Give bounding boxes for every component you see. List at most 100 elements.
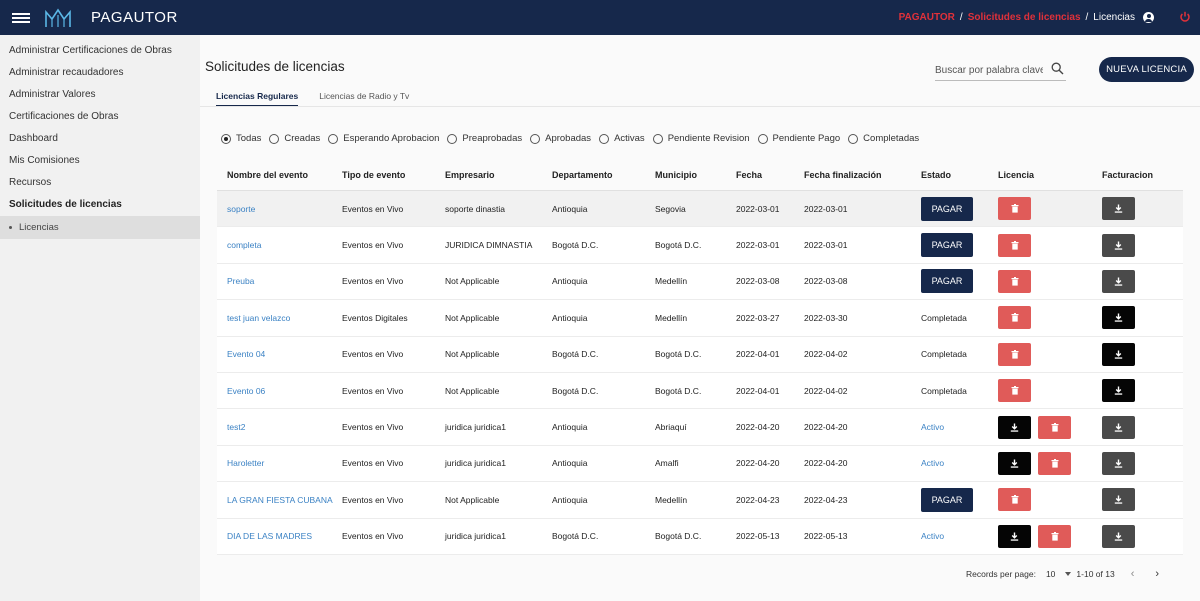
event-name-link[interactable]: test juan velazco: [227, 313, 290, 323]
download-invoice-button[interactable]: [1102, 233, 1135, 257]
status-active-link[interactable]: Activo: [921, 422, 944, 432]
event-name-link[interactable]: Evento 06: [227, 386, 265, 396]
sidebar-item-recursos[interactable]: Recursos: [0, 172, 200, 194]
records-per-page-select[interactable]: 10: [1046, 569, 1072, 579]
cell-licencia: [998, 415, 1096, 439]
sidebar-item-admin-certificaciones[interactable]: Administrar Certificaciones de Obras: [0, 40, 200, 62]
filter-esperando-aprobacion[interactable]: Esperando Aprobacion: [328, 133, 439, 144]
filter-activas[interactable]: Activas: [599, 133, 645, 144]
column-header[interactable]: Departamento: [552, 170, 655, 180]
download-invoice-button[interactable]: [1102, 306, 1135, 330]
pay-button[interactable]: PAGAR: [921, 196, 973, 221]
delete-button[interactable]: [998, 488, 1031, 512]
tab-licencias-regulares[interactable]: Licencias Regulares: [216, 85, 299, 107]
delete-button[interactable]: [998, 342, 1031, 366]
cell-licencia: [998, 342, 1096, 366]
column-header[interactable]: Nombre del evento: [217, 170, 342, 180]
delete-button[interactable]: [1038, 415, 1071, 439]
search-icon[interactable]: [1051, 62, 1064, 75]
cell-departamento: Antioquia: [552, 494, 588, 505]
chevron-right-icon[interactable]: ›: [1155, 568, 1159, 580]
tab-licencias-radio-tv[interactable]: Licencias de Radio y Tv: [319, 85, 409, 107]
cell-event-name: Evento 06: [217, 386, 342, 396]
column-header[interactable]: Licencia: [998, 170, 1096, 180]
event-name-link[interactable]: Preuba: [227, 276, 254, 286]
cell-empresario: Not Applicable: [445, 385, 500, 396]
menu-icon[interactable]: [12, 11, 30, 25]
trash-icon: [1011, 276, 1018, 286]
download-invoice-button[interactable]: [1102, 451, 1135, 475]
event-name-link[interactable]: completa: [227, 240, 262, 250]
user-icon[interactable]: [1143, 12, 1154, 23]
filter-label: Todas: [236, 133, 262, 144]
column-header[interactable]: Tipo de evento: [342, 170, 445, 180]
filter-todas[interactable]: Todas: [221, 133, 261, 144]
delete-button[interactable]: [998, 233, 1031, 257]
filter-pendiente-pago[interactable]: Pendiente Pago: [757, 133, 840, 144]
pay-button[interactable]: PAGAR: [921, 269, 973, 294]
cell-event-name: LA GRAN FIESTA CUBANA: [217, 495, 342, 505]
new-license-button[interactable]: NUEVA LICENCIA: [1099, 57, 1194, 82]
status-active-link[interactable]: Activo: [921, 531, 944, 541]
download-license-button[interactable]: [998, 524, 1031, 548]
radio-icon: [447, 133, 458, 144]
column-header[interactable]: Facturacion: [1096, 170, 1183, 180]
column-header[interactable]: Fecha: [736, 170, 804, 180]
download-license-button[interactable]: [998, 415, 1031, 439]
download-invoice-button[interactable]: [1102, 342, 1135, 366]
download-invoice-button[interactable]: [1102, 524, 1135, 548]
sidebar-subitem-licencias[interactable]: Licencias: [0, 216, 200, 239]
event-name-link[interactable]: Haroletter: [227, 458, 264, 468]
cell-event-name: test2: [217, 422, 342, 432]
breadcrumb-section[interactable]: Solicitudes de licencias: [968, 12, 1081, 23]
filter-completadas[interactable]: Completadas: [848, 133, 919, 144]
cell-licencia: [998, 233, 1096, 257]
sidebar-item-comisiones[interactable]: Mis Comisiones: [0, 150, 200, 172]
delete-button[interactable]: [998, 306, 1031, 330]
download-license-button[interactable]: [998, 451, 1031, 475]
cell-licencia: [998, 524, 1096, 548]
download-invoice-button[interactable]: [1102, 197, 1135, 221]
download-invoice-button[interactable]: [1102, 488, 1135, 512]
search-input[interactable]: [935, 61, 1043, 79]
filter-pendiente-revision[interactable]: Pendiente Revision: [652, 133, 750, 144]
pay-button[interactable]: PAGAR: [921, 487, 973, 512]
sidebar-item-admin-recaudadores[interactable]: Administrar recaudadores: [0, 62, 200, 84]
column-header[interactable]: Municipio: [655, 170, 736, 180]
sidebar-item-certificaciones[interactable]: Certificaciones de Obras: [0, 106, 200, 128]
delete-button[interactable]: [998, 269, 1031, 293]
tab-bar: Licencias Regulares Licencias de Radio y…: [216, 85, 430, 107]
filter-preaprobadas[interactable]: Preaprobadas: [447, 133, 522, 144]
trash-icon: [1011, 313, 1018, 322]
event-name-link[interactable]: test2: [227, 422, 245, 432]
delete-button[interactable]: [1038, 524, 1071, 548]
cell-municipio: Medellín: [655, 494, 688, 505]
event-name-link[interactable]: LA GRAN FIESTA CUBANA: [227, 495, 333, 505]
sidebar-item-dashboard[interactable]: Dashboard: [0, 128, 200, 150]
sidebar-item-admin-valores[interactable]: Administrar Valores: [0, 84, 200, 106]
download-invoice-button[interactable]: [1102, 415, 1135, 439]
power-icon[interactable]: [1179, 11, 1191, 23]
breadcrumb-root[interactable]: PAGAUTOR: [899, 12, 955, 23]
filter-aprobadas[interactable]: Aprobadas: [530, 133, 591, 144]
download-icon: [1010, 532, 1019, 541]
chevron-left-icon[interactable]: ‹: [1131, 568, 1135, 580]
delete-button[interactable]: [998, 197, 1031, 221]
event-name-link[interactable]: soporte: [227, 204, 255, 214]
delete-button[interactable]: [998, 379, 1031, 403]
bullet-icon: [9, 225, 12, 229]
sidebar-item-solicitudes[interactable]: Solicitudes de licencias: [0, 194, 200, 216]
download-invoice-button[interactable]: [1102, 379, 1135, 403]
column-header[interactable]: Empresario: [445, 170, 552, 180]
event-name-link[interactable]: DIA DE LAS MADRES: [227, 531, 312, 541]
status-active-link[interactable]: Activo: [921, 458, 944, 468]
event-name-link[interactable]: Evento 04: [227, 349, 265, 359]
column-header[interactable]: Fecha finalización: [804, 170, 921, 180]
pay-button[interactable]: PAGAR: [921, 233, 973, 258]
column-header[interactable]: Estado: [921, 170, 998, 180]
cell-estado: Activo: [921, 422, 998, 432]
delete-button[interactable]: [1038, 451, 1071, 475]
filter-creadas[interactable]: Creadas: [269, 133, 320, 144]
download-invoice-button[interactable]: [1102, 269, 1135, 293]
cell-estado: PAGAR: [921, 487, 998, 512]
